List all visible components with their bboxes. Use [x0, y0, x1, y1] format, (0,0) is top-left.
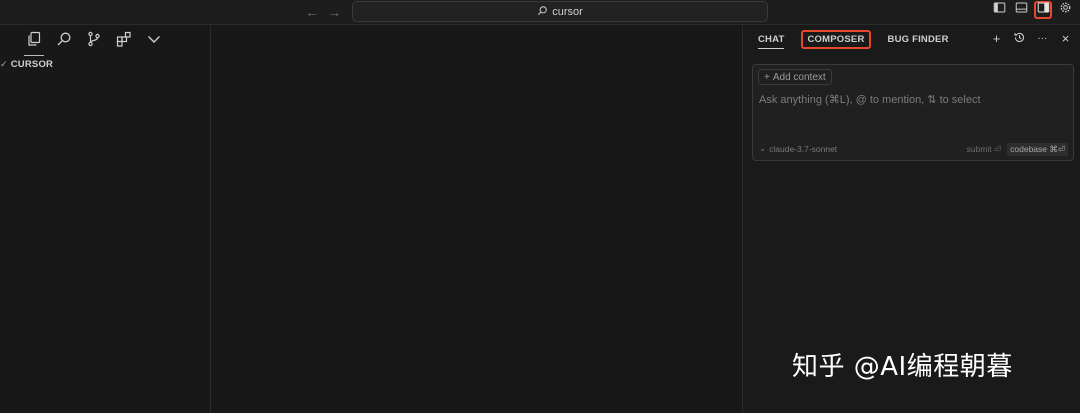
model-name: claude-3.7-sonnet	[769, 143, 838, 154]
command-center-text: cursor	[552, 5, 583, 18]
chat-input-placeholder[interactable]: Ask anything (⌘L), @ to mention, ⇅ to se…	[759, 93, 981, 106]
submit-area: submit ⏎ codebase ⌘⏎	[967, 143, 1068, 156]
history-button[interactable]	[1012, 31, 1027, 46]
watermark: 知乎 @AI编程朝暮	[792, 352, 1013, 382]
panel-bottom-icon	[1015, 1, 1028, 19]
add-context-button[interactable]: + Add context	[758, 69, 832, 85]
forward-button[interactable]: →	[324, 2, 344, 22]
command-center-search[interactable]: cursor	[352, 1, 768, 22]
root-folder-label: CURSOR	[10, 59, 54, 70]
title-bar: ← → cursor	[0, 0, 1080, 25]
search-tab[interactable]	[52, 29, 76, 53]
sidebar-left-icon	[993, 1, 1006, 19]
new-chat-button[interactable]: +	[989, 31, 1004, 46]
primary-sidebar: ✓ CURSOR	[0, 25, 211, 413]
explorer-root-folder[interactable]: ✓ CURSOR	[0, 59, 53, 70]
source-control-tab[interactable]	[82, 29, 106, 53]
chevron-down-icon	[146, 31, 162, 52]
search-icon	[56, 31, 72, 52]
sidebar-right-icon	[1037, 1, 1050, 19]
plus-icon: +	[992, 31, 1001, 46]
explorer-tab[interactable]	[22, 29, 46, 56]
chevron-down-icon: ⌄	[759, 143, 767, 153]
settings-button[interactable]	[1056, 1, 1074, 19]
panel-tabs: CHAT COMPOSER BUG FINDER	[753, 30, 954, 49]
toggle-panel-button[interactable]	[1012, 1, 1030, 19]
editor-area[interactable]	[211, 25, 742, 413]
more-views-button[interactable]	[142, 29, 166, 53]
history-icon	[1013, 31, 1026, 47]
chat-input-box[interactable]: + Add context Ask anything (⌘L), @ to me…	[752, 64, 1074, 161]
submit-button[interactable]: submit ⏎	[967, 144, 1002, 155]
extensions-icon	[116, 31, 132, 52]
codebase-button[interactable]: codebase ⌘⏎	[1007, 143, 1068, 156]
tab-chat[interactable]: CHAT	[753, 30, 789, 49]
toggle-primary-sidebar-button[interactable]	[990, 1, 1008, 19]
files-icon	[26, 31, 42, 52]
gear-icon	[1059, 1, 1072, 19]
model-selector[interactable]: ⌄ claude-3.7-sonnet	[759, 143, 837, 154]
close-icon: ×	[1061, 31, 1070, 46]
more-button[interactable]: ···	[1035, 31, 1050, 46]
app-window: ← → cursor ✓ CURSOR CHAT COMPOSER BUG FI…	[0, 0, 1080, 413]
chevron-icon: ✓	[0, 59, 8, 69]
back-button[interactable]: ←	[302, 2, 322, 22]
plus-icon: +	[764, 71, 770, 83]
tab-bug-finder[interactable]: BUG FINDER	[883, 30, 954, 49]
search-icon	[537, 5, 548, 19]
activity-bar	[22, 29, 166, 56]
tab-composer[interactable]: COMPOSER	[801, 30, 871, 49]
toggle-secondary-sidebar-button[interactable]	[1034, 1, 1052, 19]
more-icon: ···	[1037, 33, 1048, 44]
git-branch-icon	[86, 31, 102, 52]
close-panel-button[interactable]: ×	[1058, 31, 1073, 46]
extensions-tab[interactable]	[112, 29, 136, 53]
add-context-label: Add context	[772, 71, 826, 83]
